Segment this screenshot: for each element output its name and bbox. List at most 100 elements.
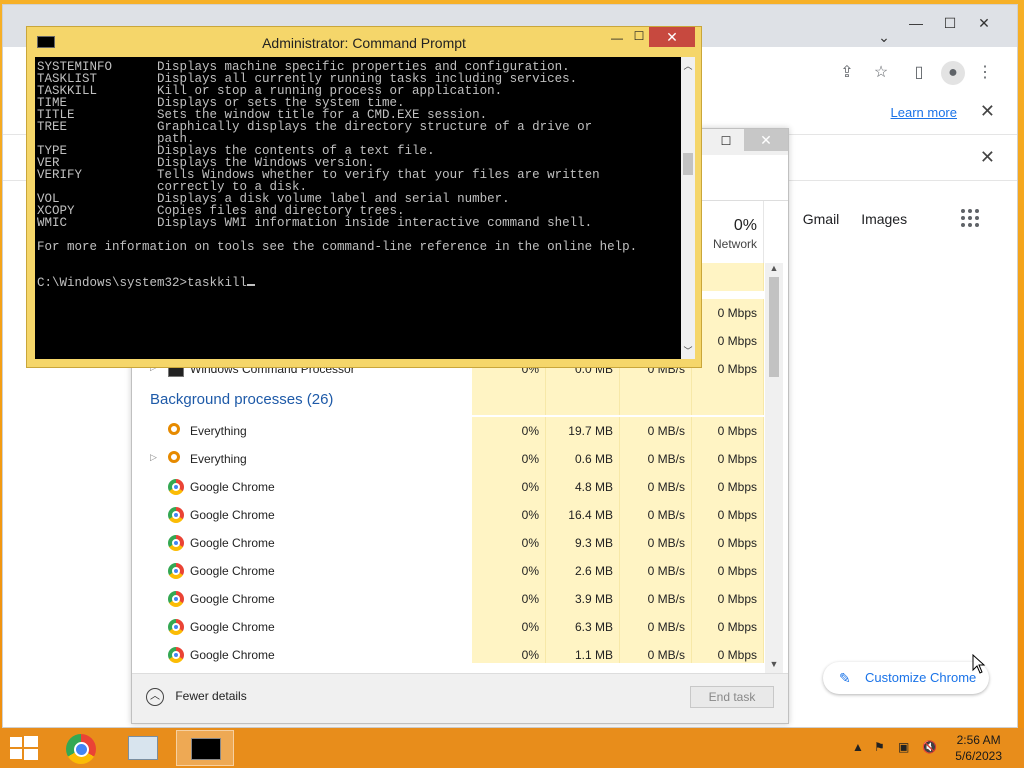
- chrome-maximize-button[interactable]: ☐: [935, 11, 965, 35]
- learn-more-link[interactable]: Learn more: [891, 105, 957, 120]
- share-icon[interactable]: ⇪: [835, 61, 859, 85]
- console-line: For more information on tools see the co…: [37, 240, 638, 254]
- side-panel-icon[interactable]: ▯: [907, 61, 931, 85]
- disk-value: 0 MB/s: [620, 613, 692, 641]
- cpu-value: 0%: [472, 613, 546, 641]
- cmd-close-button[interactable]: ✕: [649, 27, 695, 47]
- scroll-down-icon[interactable]: ﹀: [681, 344, 695, 357]
- network-value: 0 Mbps: [692, 299, 764, 327]
- cpu-value: 0%: [472, 445, 546, 473]
- command-prompt-titlebar[interactable]: Administrator: Command Prompt — ☐ ✕: [27, 27, 701, 57]
- task-manager-icon: [128, 736, 158, 760]
- taskbar-task-manager-button[interactable]: [114, 730, 172, 766]
- chrome-minimize-button[interactable]: —: [901, 11, 931, 35]
- customize-chrome-button[interactable]: ✎ Customize Chrome: [823, 662, 989, 694]
- show-hidden-icons-icon[interactable]: ▲: [852, 740, 864, 754]
- task-manager-footer: ︿ Fewer details End task: [132, 673, 788, 723]
- cpu-value: 0%: [472, 641, 546, 663]
- chrome-icon: [168, 591, 184, 607]
- clock-date: 5/6/2023: [955, 749, 1002, 763]
- console-scrollbar[interactable]: ︿ ﹀: [681, 57, 695, 359]
- disk-value: 0 MB/s: [620, 585, 692, 613]
- network-value: 0 Mbps: [692, 613, 764, 641]
- process-name: Google Chrome: [190, 620, 275, 634]
- process-name: Google Chrome: [190, 648, 275, 662]
- gmail-link[interactable]: Gmail: [803, 211, 840, 227]
- chrome-menu-icon[interactable]: ⋮: [973, 61, 997, 85]
- process-name: Everything: [190, 424, 247, 438]
- memory-value: 3.9 MB: [546, 585, 620, 613]
- disk-value: 0 MB/s: [620, 529, 692, 557]
- cpu-value: 0%: [472, 557, 546, 585]
- cmd-maximize-button[interactable]: ☐: [627, 29, 651, 49]
- cpu-value: 0%: [472, 501, 546, 529]
- network-value: 0 Mbps: [692, 557, 764, 585]
- infobar-second-close-icon[interactable]: ✕: [980, 147, 995, 168]
- scrollbar-thumb[interactable]: [683, 153, 693, 175]
- memory-value: 2.6 MB: [546, 557, 620, 585]
- expand-arrow-icon[interactable]: ▷: [150, 452, 157, 463]
- scroll-down-icon[interactable]: ▼: [765, 659, 783, 673]
- taskbar-chrome-button[interactable]: [52, 730, 110, 766]
- process-name: Google Chrome: [190, 592, 275, 606]
- system-clock[interactable]: 2:56 AM 5/6/2023: [955, 732, 1002, 764]
- cmd-minimize-button[interactable]: —: [605, 31, 629, 51]
- process-list-scrollbar[interactable]: ▲ ▼: [765, 263, 783, 673]
- fewer-details-button[interactable]: ︿ Fewer details: [146, 688, 247, 706]
- table-row[interactable]: Google Chrome 0% 16.4 MB 0 MB/s 0 Mbps: [132, 501, 764, 529]
- cpu-value: 0%: [472, 585, 546, 613]
- table-row[interactable]: Google Chrome 0% 9.3 MB 0 MB/s 0 Mbps: [132, 529, 764, 557]
- text-cursor: [247, 284, 256, 286]
- process-name: Google Chrome: [190, 508, 275, 522]
- network-value: 0 Mbps: [692, 473, 764, 501]
- scroll-up-icon[interactable]: ︿: [681, 59, 695, 72]
- disk-value: 0 MB/s: [620, 501, 692, 529]
- table-row[interactable]: Google Chrome 0% 3.9 MB 0 MB/s 0 Mbps: [132, 585, 764, 613]
- start-button[interactable]: [8, 736, 38, 760]
- action-center-flag-icon[interactable]: ⚑: [874, 740, 885, 754]
- network-value: 0 Mbps: [692, 445, 764, 473]
- console-output[interactable]: SYSTEMINFO Displays machine specific pro…: [35, 57, 681, 359]
- task-manager-close-button[interactable]: ✕: [744, 129, 788, 151]
- chrome-icon: [168, 479, 184, 495]
- google-apps-icon[interactable]: [961, 209, 981, 229]
- chrome-close-button[interactable]: ✕: [969, 11, 999, 35]
- table-row[interactable]: Google Chrome 0% 6.3 MB 0 MB/s 0 Mbps: [132, 613, 764, 641]
- cpu-value: 0%: [472, 529, 546, 557]
- command-prompt-window: Administrator: Command Prompt — ☐ ✕ SYST…: [26, 26, 702, 368]
- task-manager-maximize-button[interactable]: ☐: [714, 131, 738, 151]
- disk-value: 0 MB/s: [620, 641, 692, 663]
- scroll-up-icon[interactable]: ▲: [765, 263, 783, 277]
- infobar-close-icon[interactable]: ✕: [980, 101, 995, 122]
- memory-value: 4.8 MB: [546, 473, 620, 501]
- table-row[interactable]: Google Chrome 0% 1.1 MB 0 MB/s 0 Mbps: [132, 641, 764, 663]
- network-column-header[interactable]: 0% Network: [692, 201, 764, 263]
- fewer-details-label: Fewer details: [175, 689, 247, 704]
- memory-value: 19.7 MB: [546, 417, 620, 445]
- cpu-value: 0%: [472, 417, 546, 445]
- end-task-button[interactable]: End task: [690, 686, 774, 708]
- tab-search-chevron-icon[interactable]: ⌄: [869, 25, 899, 49]
- table-row[interactable]: Google Chrome 0% 4.8 MB 0 MB/s 0 Mbps: [132, 473, 764, 501]
- volume-muted-icon[interactable]: 🔇: [922, 740, 937, 754]
- memory-value: 9.3 MB: [546, 529, 620, 557]
- taskbar-cmd-button[interactable]: [176, 730, 234, 766]
- profile-avatar-icon[interactable]: ●: [941, 61, 965, 85]
- table-row[interactable]: ▷ Everything 0% 0.6 MB 0 MB/s 0 Mbps: [132, 445, 764, 473]
- console-line: WMIC Displays WMI information inside int…: [37, 216, 593, 230]
- disk-value: 0 MB/s: [620, 417, 692, 445]
- memory-value: 6.3 MB: [546, 613, 620, 641]
- network-value: 0 Mbps: [692, 641, 764, 663]
- table-row[interactable]: Google Chrome 0% 2.6 MB 0 MB/s 0 Mbps: [132, 557, 764, 585]
- network-icon[interactable]: ▣: [898, 740, 909, 754]
- images-link[interactable]: Images: [861, 211, 907, 227]
- network-value: 0 Mbps: [692, 355, 764, 383]
- scrollbar-thumb[interactable]: [769, 277, 779, 377]
- cpu-value: 0%: [472, 473, 546, 501]
- process-name: Google Chrome: [190, 480, 275, 494]
- memory-value: 16.4 MB: [546, 501, 620, 529]
- clock-time: 2:56 AM: [956, 733, 1001, 747]
- bookmark-star-icon[interactable]: ☆: [869, 61, 893, 85]
- table-row[interactable]: Everything 0% 19.7 MB 0 MB/s 0 Mbps: [132, 417, 764, 445]
